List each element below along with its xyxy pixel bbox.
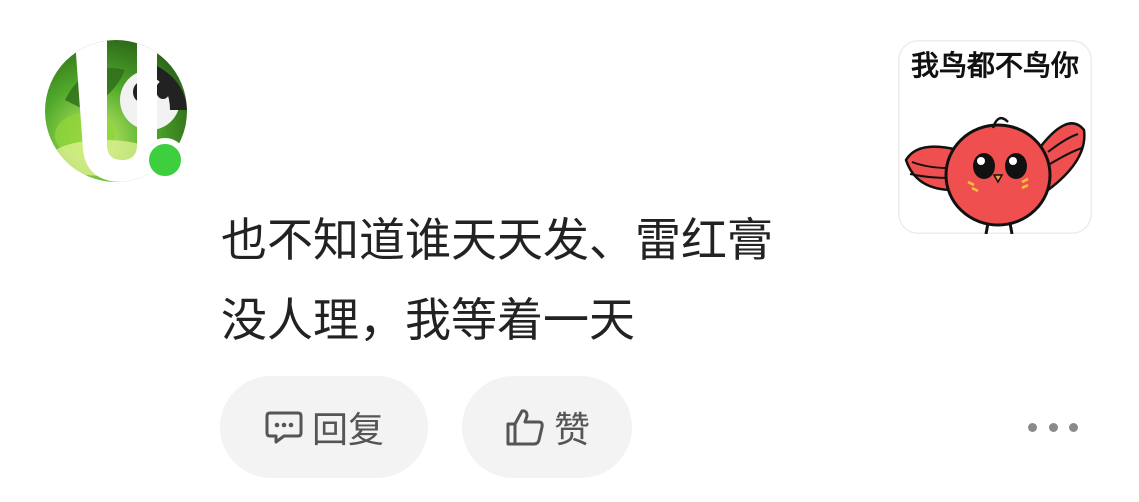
more-dots-icon bbox=[1048, 422, 1058, 432]
more-dots-icon bbox=[1069, 422, 1078, 432]
sticker-caption: 我鸟都不鸟你 bbox=[910, 49, 1079, 82]
reply-label: 回复 bbox=[311, 410, 384, 451]
thumbs-up-icon bbox=[504, 407, 546, 447]
reply-button[interactable]: 回复 bbox=[220, 376, 428, 478]
sticker-image[interactable]: 我鸟都不鸟你 bbox=[898, 40, 1092, 234]
more-dots-icon bbox=[1028, 422, 1037, 432]
like-button[interactable]: 赞 bbox=[462, 376, 632, 478]
more-options-button[interactable] bbox=[1028, 414, 1078, 440]
like-label: 赞 bbox=[553, 410, 590, 451]
comment-line-2: 没人理，我等着一天 bbox=[221, 293, 635, 347]
comment-line-1: 也不知道谁天天发、雷红膏 bbox=[221, 213, 773, 267]
comment-body: 也不知道谁天天发、雷红膏 没人理，我等着一天 bbox=[221, 200, 821, 360]
comment-bubble-icon bbox=[264, 409, 304, 445]
online-status-dot bbox=[143, 138, 187, 182]
